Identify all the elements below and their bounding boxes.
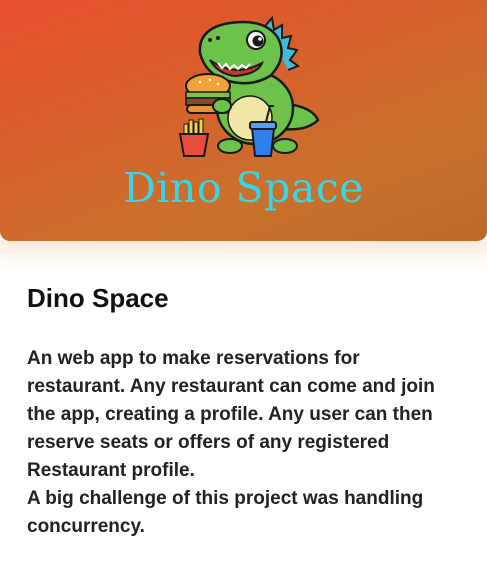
- banner-shadow: [0, 241, 487, 271]
- project-description: An web app to make reservations for rest…: [27, 345, 457, 541]
- project-card: Dino Space Dino Space An web app to make…: [0, 0, 487, 561]
- project-title: Dino Space: [27, 283, 169, 313]
- description-paragraph: An web app to make reservations for rest…: [27, 348, 435, 481]
- project-banner: Dino Space: [0, 0, 487, 241]
- dinosaur-logo-icon: [178, 15, 320, 157]
- banner-title: Dino Space: [122, 164, 365, 212]
- description-paragraph: A big challenge of this project was hand…: [27, 488, 424, 537]
